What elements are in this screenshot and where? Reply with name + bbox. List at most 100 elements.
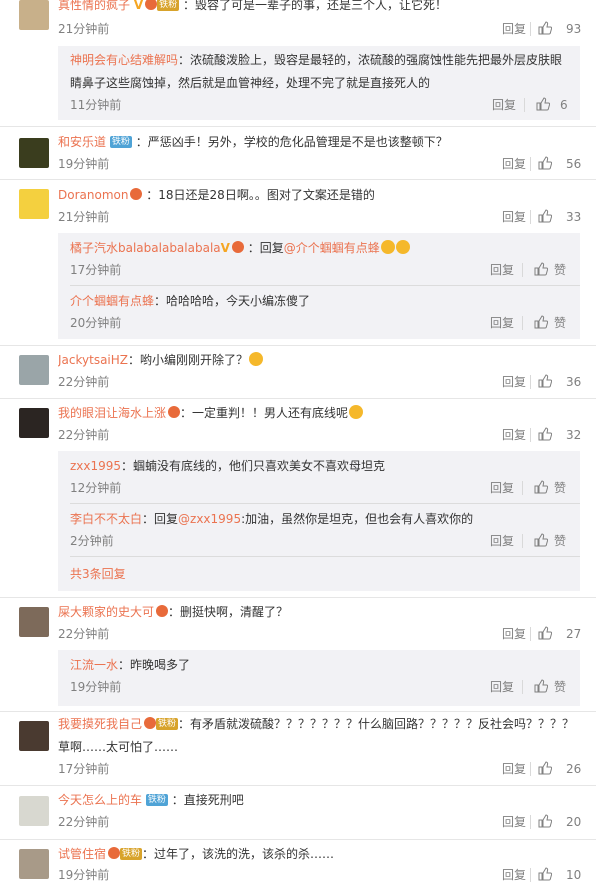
reply-button[interactable]: 回复 <box>490 261 514 279</box>
like-thumb-icon[interactable] <box>538 761 552 775</box>
divider <box>522 316 523 330</box>
like-count: 33 <box>566 210 582 224</box>
like-thumb-icon[interactable] <box>536 97 550 111</box>
avatar[interactable] <box>19 408 49 438</box>
username[interactable]: 屎大颗家的史大可 <box>58 605 154 619</box>
like-thumb-icon[interactable] <box>538 867 552 881</box>
like-thumb-icon[interactable] <box>538 374 552 388</box>
reply-button[interactable]: 回复 <box>502 426 526 444</box>
reply-button[interactable]: 回复 <box>490 678 514 696</box>
divider <box>530 210 531 224</box>
avatar[interactable] <box>19 355 49 385</box>
timestamp: 12分钟前 <box>70 481 122 495</box>
angry-emoji-icon <box>349 405 364 419</box>
username[interactable]: 李白不不太白 <box>70 512 142 526</box>
verified-icon: V <box>133 0 144 12</box>
avatar[interactable] <box>19 189 49 219</box>
mention-link[interactable]: @介个蝈蝈有点蜂 <box>284 241 380 255</box>
timestamp: 17分钟前 <box>58 762 110 776</box>
reply-button[interactable]: 回复 <box>502 373 526 391</box>
like-thumb-icon[interactable] <box>538 156 552 170</box>
reply-button[interactable]: 回复 <box>502 866 526 883</box>
reply-button[interactable]: 回复 <box>502 155 526 173</box>
like-label[interactable]: 赞 <box>554 314 566 332</box>
reply-button[interactable]: 回复 <box>502 625 526 643</box>
like-thumb-icon[interactable] <box>534 315 548 329</box>
username[interactable]: 神明会有心结难解吗 <box>70 53 178 67</box>
username[interactable]: 试管住宿 <box>58 847 106 861</box>
doge-emoji-icon <box>249 352 264 366</box>
avatar[interactable] <box>19 0 49 30</box>
divider <box>530 762 531 776</box>
like-count: 6 <box>560 98 568 112</box>
medal-icon <box>156 605 169 617</box>
username[interactable]: 和安乐道 <box>58 135 106 149</box>
username[interactable]: Doranomon <box>58 188 128 202</box>
username[interactable]: 今天怎么上的车 <box>58 793 142 807</box>
like-thumb-icon[interactable] <box>538 21 552 35</box>
divider <box>522 534 523 548</box>
like-label[interactable]: 赞 <box>554 532 566 550</box>
avatar[interactable] <box>19 721 49 751</box>
reply-button[interactable]: 回复 <box>502 760 526 778</box>
comment-text-continued: :加油，虽然你是坦克，但也会有人喜欢你的 <box>241 512 474 526</box>
like-label[interactable]: 赞 <box>554 479 566 497</box>
like-thumb-icon[interactable] <box>538 626 552 640</box>
fan-badge: 铁粉 <box>145 794 168 806</box>
reply-button[interactable]: 回复 <box>502 208 526 226</box>
reply-button[interactable]: 回复 <box>492 96 516 114</box>
medal-icon <box>168 406 181 418</box>
like-label[interactable]: 赞 <box>554 261 566 279</box>
comment-text: ：蝈蝻没有底线的，他们只喜欢美女不喜欢母坦克 <box>121 459 386 473</box>
medal-icon <box>130 188 143 200</box>
like-thumb-icon[interactable] <box>534 533 548 547</box>
username[interactable]: 介个蝈蝈有点蜂 <box>70 294 154 308</box>
timestamp: 22分钟前 <box>58 627 110 641</box>
reply-button[interactable]: 回复 <box>502 20 526 38</box>
divider <box>530 868 531 882</box>
username[interactable]: 我的眼泪让海水上涨 <box>58 406 166 420</box>
username[interactable]: 江流一水 <box>70 658 118 672</box>
like-count: 32 <box>566 428 582 442</box>
laugh-emoji-icon <box>380 240 395 254</box>
comment-text: ：有矛盾就泼硫酸？？？？？？？什么脑回路？？？？？反社会吗？？？？ <box>178 717 575 731</box>
mention-link[interactable]: @zxx1995 <box>178 512 241 526</box>
reply-button[interactable]: 回复 <box>502 813 526 831</box>
divider <box>0 126 596 127</box>
fan-badge: 铁粉 <box>156 718 179 730</box>
username[interactable]: 我要摸死我自己 <box>58 717 142 731</box>
fan-badge: 铁粉 <box>120 848 143 860</box>
avatar[interactable] <box>19 138 49 168</box>
username[interactable]: JackytsaiHZ <box>58 353 128 367</box>
fan-badge: 铁粉 <box>109 136 132 148</box>
timestamp: 20分钟前 <box>70 316 122 330</box>
timestamp: 22分钟前 <box>58 428 110 442</box>
medal-icon <box>108 847 121 859</box>
username[interactable]: 真性情的疯子 <box>58 0 130 12</box>
like-label[interactable]: 赞 <box>554 678 566 696</box>
like-count: 26 <box>566 762 582 776</box>
medal-icon <box>145 0 158 10</box>
divider <box>70 556 580 557</box>
avatar[interactable] <box>19 796 49 826</box>
username[interactable]: 橘子汽水balabalabalabala <box>70 241 221 255</box>
avatar[interactable] <box>19 849 49 879</box>
like-thumb-icon[interactable] <box>538 209 552 223</box>
reply-button[interactable]: 回复 <box>490 479 514 497</box>
avatar[interactable] <box>19 607 49 637</box>
reply-button[interactable]: 回复 <box>490 532 514 550</box>
like-thumb-icon[interactable] <box>534 262 548 276</box>
comment-text: ：严惩凶手！另外，学校的危化品管理是不是也该整顿下？ <box>135 135 448 149</box>
comment-text-continued: 草啊……太可怕了…… <box>58 740 179 754</box>
comment-text: ：直接死刑吧 <box>171 793 244 807</box>
divider <box>522 263 523 277</box>
reply-button[interactable]: 回复 <box>490 314 514 332</box>
username[interactable]: zxx1995 <box>70 459 121 473</box>
more-replies-link[interactable]: 共3条回复 <box>70 565 126 583</box>
comment-text-continued: 睛鼻子这些腐蚀掉，然后就是血管神经，处理不完了就是直接死人的 <box>70 76 431 90</box>
like-thumb-icon[interactable] <box>534 679 548 693</box>
like-thumb-icon[interactable] <box>534 480 548 494</box>
like-thumb-icon[interactable] <box>538 427 552 441</box>
like-count: 10 <box>566 868 582 882</box>
like-thumb-icon[interactable] <box>538 814 552 828</box>
